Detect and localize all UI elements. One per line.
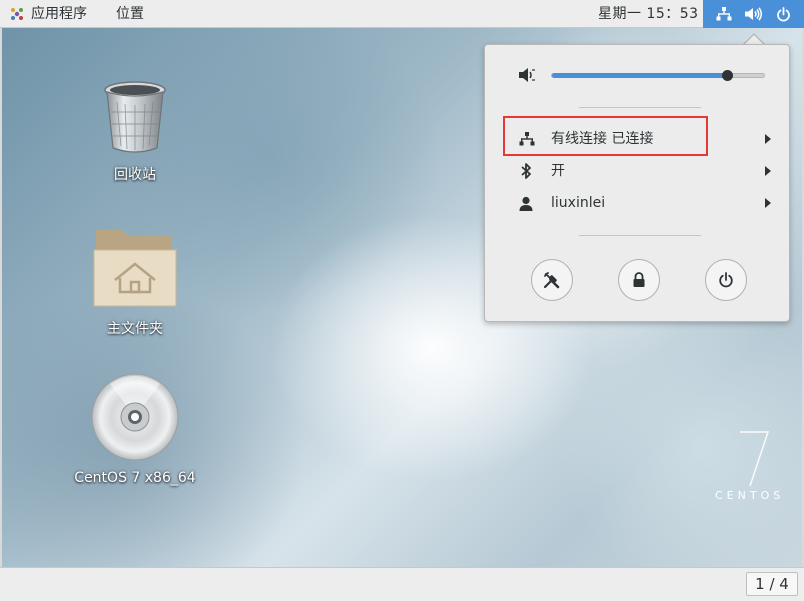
volume-slider-knob[interactable] [721, 70, 733, 81]
gnome-foot-icon [11, 8, 23, 20]
menu-item-user[interactable]: liuxinlei [505, 188, 775, 218]
bluetooth-icon [521, 163, 531, 179]
settings-icon [543, 272, 560, 289]
home-folder-label: 主文件夹 [107, 321, 163, 337]
power-button[interactable] [705, 259, 747, 301]
bluetooth-label: 开 [551, 163, 565, 179]
network-wired-icon [716, 7, 732, 21]
separator [579, 235, 701, 236]
volume-slider[interactable] [551, 70, 765, 81]
desktop-icon-trash[interactable]: 回收站 [70, 80, 200, 184]
centos-brand-text: CENTOS [715, 489, 785, 502]
separator [579, 107, 701, 108]
volume-slider-fill [552, 73, 728, 78]
applications-label: 应用程序 [31, 6, 87, 22]
desktop-icon-home[interactable]: 主文件夹 [70, 224, 200, 338]
trash-icon [104, 81, 166, 153]
volume-icon [745, 7, 762, 21]
settings-button[interactable] [531, 259, 573, 301]
submenu-arrow-icon [765, 166, 771, 176]
workspace-indicator[interactable]: 1 / 4 [746, 572, 798, 596]
applications-menu[interactable]: 应用程序 [10, 0, 87, 28]
optical-disc-icon [91, 373, 179, 461]
user-icon [519, 196, 533, 211]
menu-item-wired-network[interactable]: 有线连接 已连接 [505, 124, 775, 154]
submenu-arrow-icon [765, 198, 771, 208]
home-folder-icon [93, 230, 177, 307]
centos-7-logo [740, 431, 770, 487]
cdrom-label: CentOS 7 x86_64 [74, 470, 196, 486]
lock-button[interactable] [618, 259, 660, 301]
desktop-icon-cdrom[interactable]: CentOS 7 x86_64 [70, 372, 200, 486]
trash-label: 回收站 [114, 167, 156, 183]
places-menu[interactable]: 位置 [116, 0, 144, 28]
bottom-bar: 1 / 4 [0, 567, 804, 601]
menu-item-bluetooth[interactable]: 开 [505, 156, 775, 186]
power-icon [777, 6, 790, 21]
volume-low-icon [519, 68, 535, 82]
status-menu: 有线连接 已连接 开 liuxinlei [484, 44, 790, 322]
network-wired-icon [519, 132, 535, 146]
user-label: liuxinlei [551, 195, 606, 211]
status-menu-button[interactable] [703, 0, 804, 28]
top-bar: 应用程序 位置 星期一 15：53 [0, 0, 804, 28]
lock-icon [633, 272, 645, 287]
clock[interactable]: 星期一 15：53 [598, 0, 699, 28]
wired-network-label: 有线连接 已连接 [551, 131, 654, 147]
submenu-arrow-icon [765, 134, 771, 144]
power-icon [719, 272, 733, 288]
